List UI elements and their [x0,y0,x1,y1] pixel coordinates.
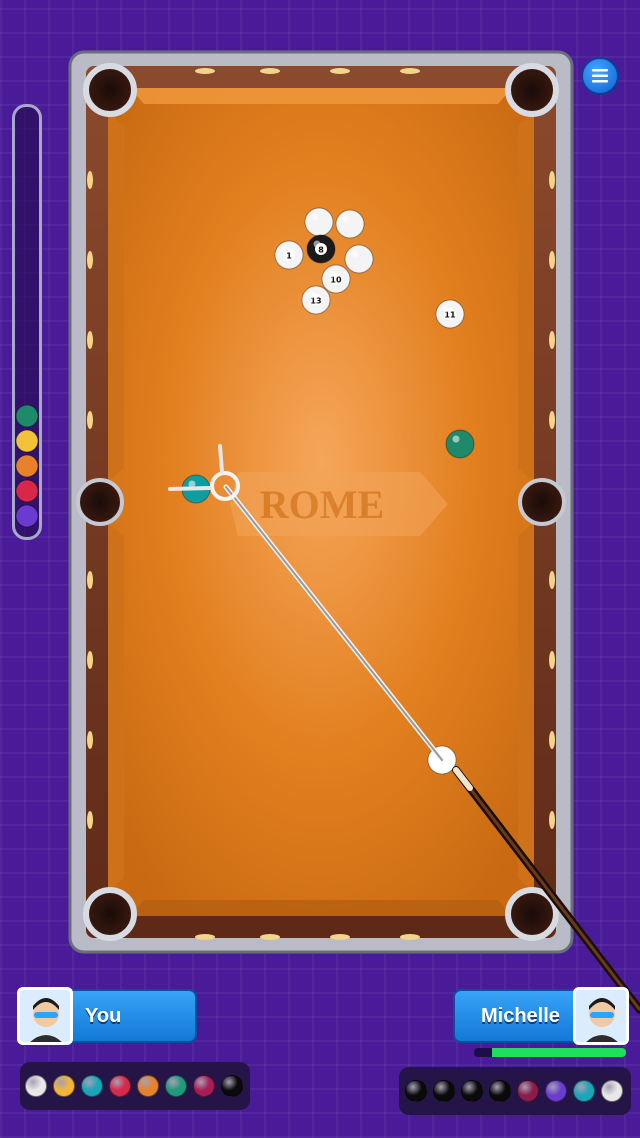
potted-ball [15,454,39,478]
pool-ball: 11 [435,299,465,329]
left-cushion-upper [108,112,124,482]
opponent-turn-timer [474,1048,626,1057]
player-card-opponent: Michelle [453,987,629,1045]
potted-ball [15,429,39,453]
ball-number: 8 [318,246,324,255]
tray-ball [461,1080,483,1102]
pool-ball: 8 [306,234,336,264]
potted-balls-rack [12,104,42,540]
pool-ball [335,209,365,239]
tray-ball [109,1075,131,1097]
pocket-bottom-left [83,887,137,941]
table-logo-text: ROME [260,482,384,527]
tray-ball [545,1080,567,1102]
player-card-you: You [17,987,197,1045]
pool-ball [304,207,334,237]
ball-tray-opponent [399,1067,631,1115]
left-cushion-lower [108,522,124,892]
tray-ball [81,1075,103,1097]
pool-ball [344,244,374,274]
menu-button[interactable] [581,57,619,95]
tray-ball [601,1080,623,1102]
pocket-middle-left [76,478,124,526]
pool-ball: 1 [274,240,304,270]
game-scene: ROME 1 8 1013 11 [68,50,640,1014]
tray-ball [165,1075,187,1097]
tray-ball [517,1080,539,1102]
table-logo: ROME [230,472,448,536]
right-cushion-lower [518,522,534,892]
tray-ball [489,1080,511,1102]
pool-ball: 13 [301,285,331,315]
right-cushion-upper [518,112,534,482]
hamburger-menu-icon [592,69,608,83]
pool-ball [445,429,475,459]
opponent-turn-timer-fill [492,1048,626,1057]
potted-ball [15,479,39,503]
bottom-cushion [130,900,512,916]
player-name-you: You [85,1005,122,1027]
ball-number: 1 [286,252,292,261]
top-cushion [130,88,512,104]
avatar-opponent [573,987,629,1045]
ball-tray-you [20,1062,250,1110]
pocket-middle-right [518,478,566,526]
potted-ball [15,504,39,528]
tray-ball [53,1075,75,1097]
potted-ball [15,404,39,428]
player-name-opponent: Michelle [481,1005,560,1027]
tray-ball [573,1080,595,1102]
pocket-top-left [83,63,137,117]
tray-ball [25,1075,47,1097]
tray-ball [193,1075,215,1097]
tray-ball [221,1075,243,1097]
tray-ball [405,1080,427,1102]
tray-ball [137,1075,159,1097]
pocket-top-right [505,63,559,117]
pool-ball: 10 [321,264,351,294]
tray-ball [433,1080,455,1102]
avatar-you [17,987,73,1045]
